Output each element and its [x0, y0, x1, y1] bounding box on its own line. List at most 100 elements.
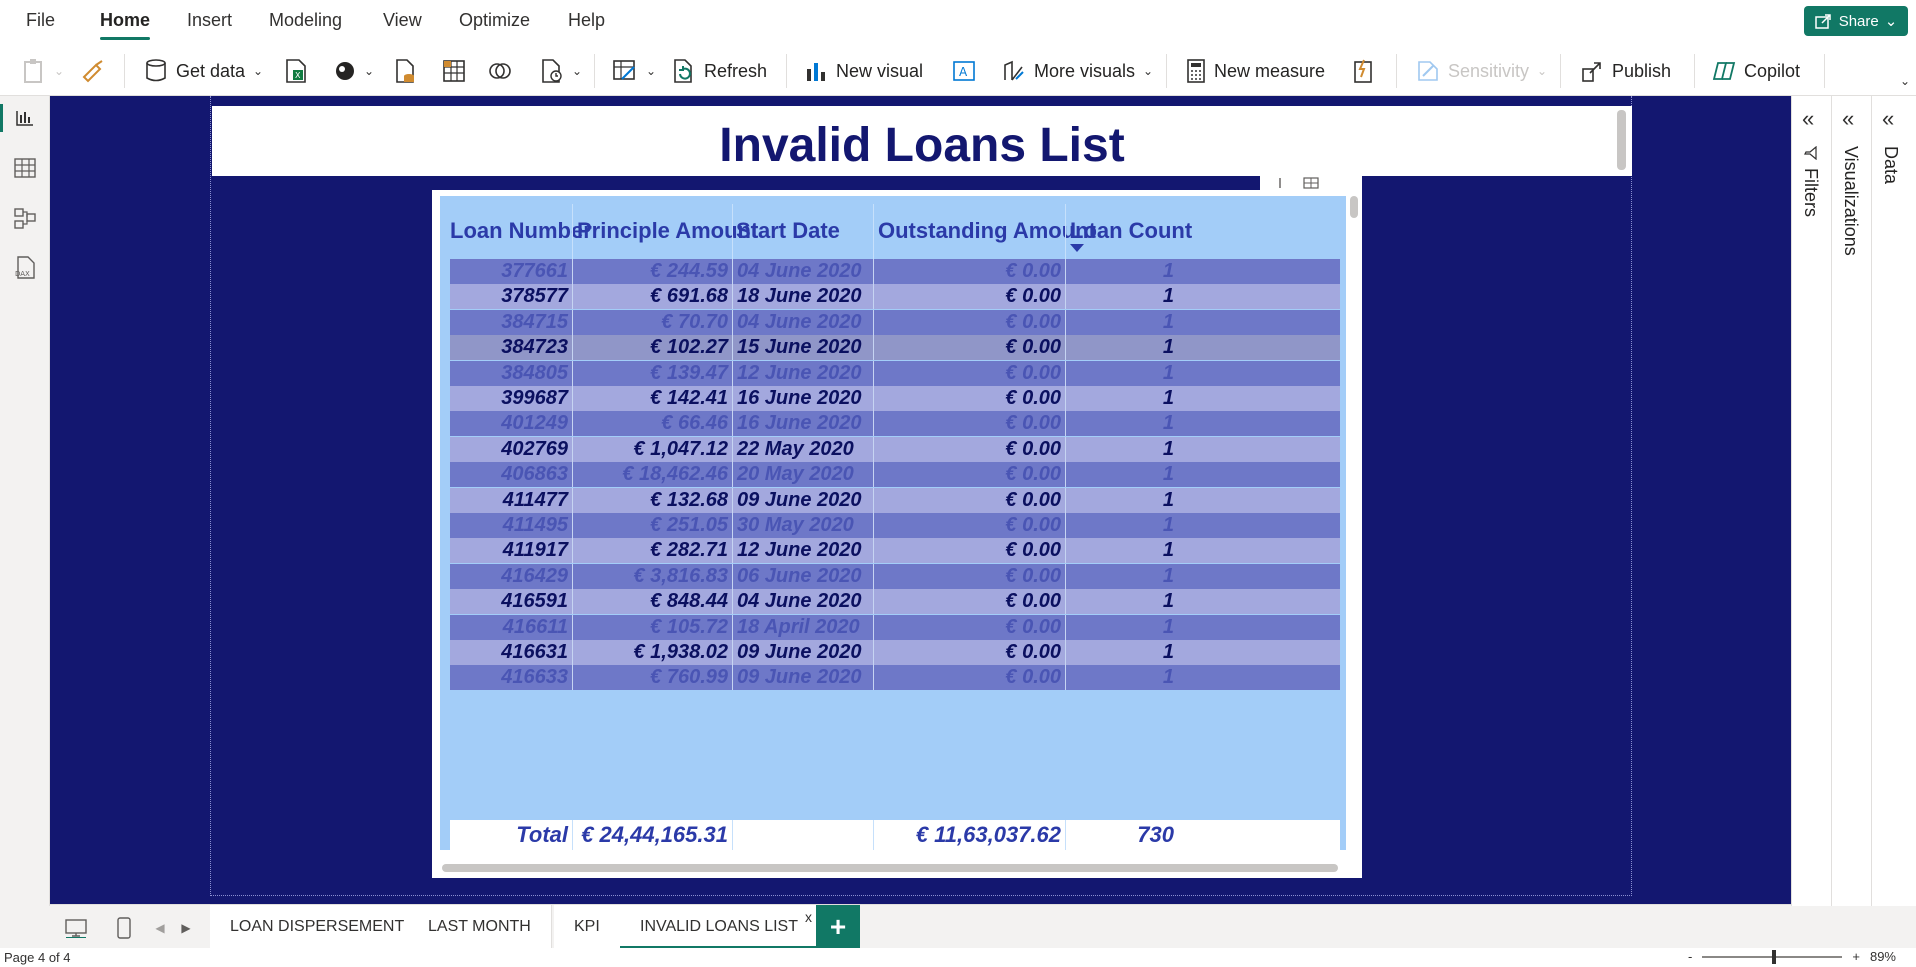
copilot-button[interactable]: Copilot: [1712, 56, 1800, 86]
cell-start-date: 22 May 2020: [737, 437, 854, 460]
menu-help[interactable]: Help: [568, 10, 605, 36]
tab-last-month[interactable]: LAST MONTH: [408, 905, 552, 949]
new-visual-button[interactable]: New visual: [804, 56, 923, 86]
cell-outstanding-amount: € 0.00: [1005, 285, 1061, 308]
total-principle-amount: € 24,44,165.31: [581, 822, 728, 847]
tab-kpi[interactable]: KPI: [554, 905, 621, 949]
table-view-button[interactable]: [0, 148, 50, 188]
chevron-down-icon[interactable]: ⌄: [1900, 74, 1910, 88]
report-view-icon: [16, 111, 33, 126]
table-row[interactable]: 416631 € 1,938.02 09 June 2020 € 0.00 1: [450, 640, 1340, 665]
cell-loan-count: 1: [1162, 514, 1174, 536]
table-row[interactable]: 416429 € 3,816.83 06 June 2020 € 0.00 1: [450, 563, 1340, 589]
tabs-prev-icon[interactable]: ◀: [150, 913, 170, 943]
table-row[interactable]: 377661 € 244.59 04 June 2020 € 0.00 1: [450, 259, 1340, 284]
mobile-layout-button[interactable]: [104, 913, 144, 943]
invalid-loans-table[interactable]: Loan Number Principle Amount Start Date …: [432, 190, 1362, 878]
zoom-in-button[interactable]: +: [1852, 949, 1860, 964]
get-data-button[interactable]: Get data ⌄: [144, 56, 263, 86]
dax-query-view-button[interactable]: DAX: [0, 248, 50, 288]
table-row[interactable]: 411477 € 132.68 09 June 2020 € 0.00 1: [450, 487, 1340, 513]
table-row[interactable]: 378577 € 691.68 18 June 2020 € 0.00 1: [450, 284, 1340, 310]
table-row[interactable]: 411495 € 251.05 30 May 2020 € 0.00 1: [450, 513, 1340, 538]
col-loan-number[interactable]: Loan Number: [450, 218, 592, 248]
cell-loan-count: 1: [1162, 412, 1174, 435]
sql-server-button[interactable]: [394, 56, 416, 86]
sort-descending-icon[interactable]: [1070, 244, 1084, 252]
report-view-button[interactable]: [0, 98, 50, 138]
menu-optimize[interactable]: Optimize: [459, 10, 530, 36]
menu-modeling[interactable]: Modeling: [269, 10, 342, 36]
menu-file[interactable]: File: [26, 10, 55, 36]
table-row[interactable]: 416611 € 105.72 18 April 2020 € 0.00 1: [450, 614, 1340, 640]
table-row[interactable]: 416591 € 848.44 04 June 2020 € 0.00 1: [450, 589, 1340, 615]
paste-button[interactable]: ⌄: [22, 56, 64, 86]
database-icon: [146, 59, 166, 82]
col-outstanding-amount[interactable]: Outstanding Amount: [878, 218, 1096, 248]
zoom-slider[interactable]: [1702, 949, 1843, 964]
dataverse-button[interactable]: [488, 56, 512, 86]
onelake-button[interactable]: ⌄: [334, 56, 374, 86]
cell-start-date: 15 June 2020: [737, 336, 862, 359]
zoom-out-button[interactable]: -: [1688, 949, 1692, 964]
new-measure-button[interactable]: New measure: [1186, 56, 1325, 86]
table-row[interactable]: 399687 € 142.41 16 June 2020 € 0.00 1: [450, 386, 1340, 411]
table-row[interactable]: 401249 € 66.46 16 June 2020 € 0.00 1: [450, 411, 1340, 437]
table-row[interactable]: 411917 € 282.71 12 June 2020 € 0.00 1: [450, 538, 1340, 564]
col-start-date[interactable]: Start Date: [736, 218, 840, 248]
cell-principle-amount: € 105.72: [650, 615, 728, 638]
cell-start-date: 12 June 2020: [737, 539, 862, 562]
transform-data-icon: [613, 60, 635, 80]
tab-loan-dispersement[interactable]: LOAN DISPERSEMENT: [210, 905, 426, 949]
table-row[interactable]: 416633 € 760.99 09 June 2020 € 0.00 1: [450, 665, 1340, 691]
filter-icon[interactable]: [1260, 174, 1362, 190]
cell-loan-number: 384805: [501, 361, 568, 384]
col-loan-count[interactable]: Loan Count: [1070, 218, 1192, 248]
share-button[interactable]: Share ⌄: [1804, 6, 1908, 36]
title-card[interactable]: Invalid Loans List: [212, 106, 1632, 176]
desktop-layout-button[interactable]: [56, 913, 96, 943]
menu-insert[interactable]: Insert: [187, 10, 232, 36]
text-box-button[interactable]: A: [952, 56, 976, 86]
cell-loan-number: 416633: [501, 666, 568, 689]
filters-label: Filters: [1801, 168, 1821, 217]
tabs-next-icon[interactable]: ▶: [176, 913, 196, 943]
cell-loan-number: 411477: [502, 488, 568, 511]
table-row[interactable]: 402769 € 1,047.12 22 May 2020 € 0.00 1: [450, 436, 1340, 462]
transform-data-button[interactable]: ⌄: [612, 56, 656, 86]
menu-view[interactable]: View: [383, 10, 422, 36]
expand-visualizations-icon[interactable]: «: [1842, 106, 1854, 132]
expand-filters-icon[interactable]: «: [1802, 106, 1814, 132]
more-visuals-button[interactable]: More visuals ⌄: [1002, 56, 1153, 86]
close-tab-icon[interactable]: x: [805, 895, 812, 939]
table-vertical-scrollbar[interactable]: [1350, 196, 1358, 218]
publish-button[interactable]: Publish: [1580, 56, 1671, 86]
refresh-button[interactable]: Refresh: [672, 56, 767, 86]
table-row[interactable]: 384805 € 139.47 12 June 2020 € 0.00 1: [450, 360, 1340, 386]
title-scrollbar[interactable]: [1617, 110, 1626, 170]
format-painter-button[interactable]: [80, 56, 106, 86]
cell-outstanding-amount: € 0.00: [1005, 488, 1061, 511]
enter-data-button[interactable]: [442, 56, 466, 86]
quick-measure-button[interactable]: [1352, 56, 1374, 86]
add-page-button[interactable]: +: [816, 905, 860, 949]
tab-invalid-loans-list[interactable]: INVALID LOANS LIST x: [620, 905, 819, 949]
data-pane[interactable]: « Data: [1871, 96, 1911, 906]
recent-sources-icon: [542, 59, 562, 83]
table-horizontal-scrollbar[interactable]: [442, 864, 1338, 872]
excel-button[interactable]: X: [284, 56, 308, 86]
table-row[interactable]: 384723 € 102.27 15 June 2020 € 0.00 1: [450, 335, 1340, 361]
zoom-slider-thumb[interactable]: [1772, 949, 1777, 964]
recent-sources-button[interactable]: ⌄: [540, 56, 582, 86]
sensitivity-icon: [1418, 61, 1438, 81]
expand-data-icon[interactable]: «: [1882, 106, 1894, 132]
table-row[interactable]: 384715 € 70.70 04 June 2020 € 0.00 1: [450, 309, 1340, 335]
visualizations-pane[interactable]: « Visualizations: [1831, 96, 1871, 906]
menu-home[interactable]: Home: [100, 10, 151, 40]
table-row[interactable]: 406863 € 18,462.46 20 May 2020 € 0.00 1: [450, 462, 1340, 488]
right-panes: « Filters « Visualizations « Data: [1791, 96, 1916, 906]
sensitivity-button[interactable]: Sensitivity ⌄: [1416, 56, 1547, 86]
model-view-button[interactable]: [0, 198, 50, 238]
filters-pane[interactable]: « Filters: [1791, 96, 1831, 906]
cell-start-date: 16 June 2020: [737, 412, 862, 435]
